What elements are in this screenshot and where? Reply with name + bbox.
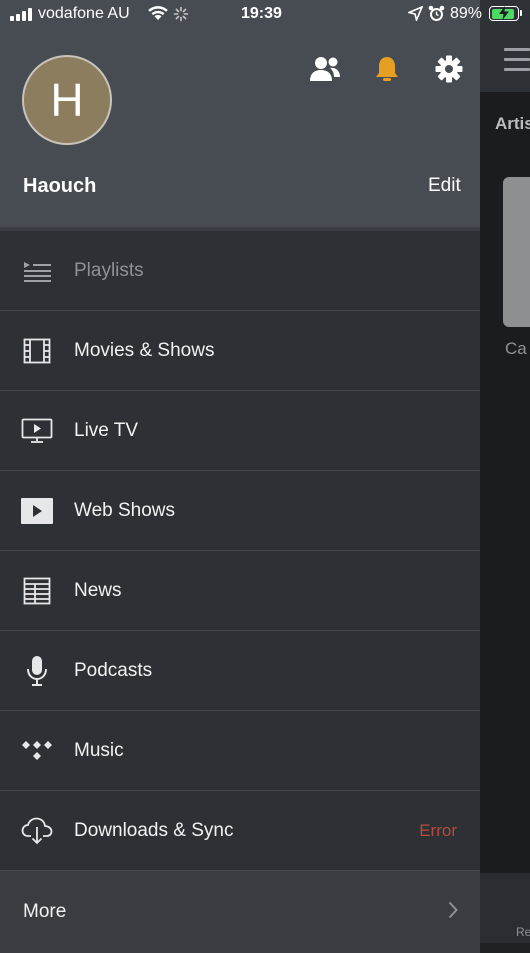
- background-card: [503, 177, 530, 327]
- drawer-menu: Playlists Movies & Shows Live TV Web Sho…: [0, 231, 480, 953]
- menu-item-label: More: [23, 901, 67, 922]
- navigation-drawer: H Haouch Edit Playlists Movies & Shows L…: [0, 0, 480, 953]
- playlist-icon: [20, 256, 54, 286]
- username: Haouch: [23, 175, 97, 197]
- menu-item-label: Downloads & Sync: [74, 819, 234, 841]
- menu-item-movies-shows[interactable]: Movies & Shows: [0, 311, 480, 391]
- activity-spinner-icon: [173, 6, 189, 27]
- background-card-label: Ca: [505, 339, 527, 358]
- hamburger-menu-icon[interactable]: [504, 48, 530, 78]
- menu-item-label: Movies & Shows: [74, 339, 215, 361]
- signal-icon: [10, 8, 32, 21]
- battery-nub: [520, 10, 522, 16]
- newspaper-icon: [20, 576, 54, 606]
- edit-profile-button[interactable]: Edit: [428, 175, 461, 197]
- battery-charging-icon: [489, 6, 519, 21]
- menu-item-more[interactable]: More: [0, 871, 480, 953]
- menu-item-downloads-sync[interactable]: Downloads & Sync Error: [0, 791, 480, 871]
- menu-item-label: Live TV: [74, 419, 139, 441]
- cloud-download-icon: [20, 816, 54, 846]
- film-icon: [20, 336, 54, 366]
- alarm-clock-icon: [428, 5, 445, 27]
- menu-item-news[interactable]: News: [0, 551, 480, 631]
- play-box-icon: [20, 496, 54, 526]
- tv-icon: [20, 416, 54, 446]
- profile-header: H Haouch Edit: [0, 0, 480, 227]
- background-tab-label: Artis: [495, 114, 530, 133]
- users-icon[interactable]: [308, 52, 342, 86]
- status-time: 19:39: [241, 5, 282, 22]
- menu-item-label: News: [74, 579, 122, 601]
- chevron-right-icon: [448, 901, 458, 924]
- tidal-icon: [20, 736, 54, 766]
- avatar[interactable]: H: [22, 55, 112, 145]
- battery-percentage: 89%: [450, 5, 483, 22]
- status-bar: vodafone AU 19:39 89%: [0, 0, 530, 30]
- location-arrow-icon: [406, 5, 424, 26]
- background-app: Artis Ca Re: [480, 0, 530, 943]
- background-footer-label: Re: [516, 925, 530, 939]
- bell-icon[interactable]: [370, 52, 404, 86]
- menu-item-music[interactable]: Music: [0, 711, 480, 791]
- carrier-name: vodafone AU: [38, 5, 130, 22]
- menu-item-label: Playlists: [74, 259, 144, 281]
- sync-error-status[interactable]: Error: [419, 821, 457, 841]
- wifi-icon: [147, 5, 169, 26]
- microphone-icon: [20, 655, 54, 686]
- menu-item-web-shows[interactable]: Web Shows: [0, 471, 480, 551]
- gear-icon[interactable]: [432, 52, 466, 86]
- menu-item-playlists[interactable]: Playlists: [0, 231, 480, 311]
- menu-item-label: Music: [74, 739, 124, 761]
- menu-item-label: Web Shows: [74, 499, 176, 521]
- menu-item-podcasts[interactable]: Podcasts: [0, 631, 480, 711]
- menu-item-live-tv[interactable]: Live TV: [0, 391, 480, 471]
- menu-item-label: Podcasts: [74, 659, 153, 681]
